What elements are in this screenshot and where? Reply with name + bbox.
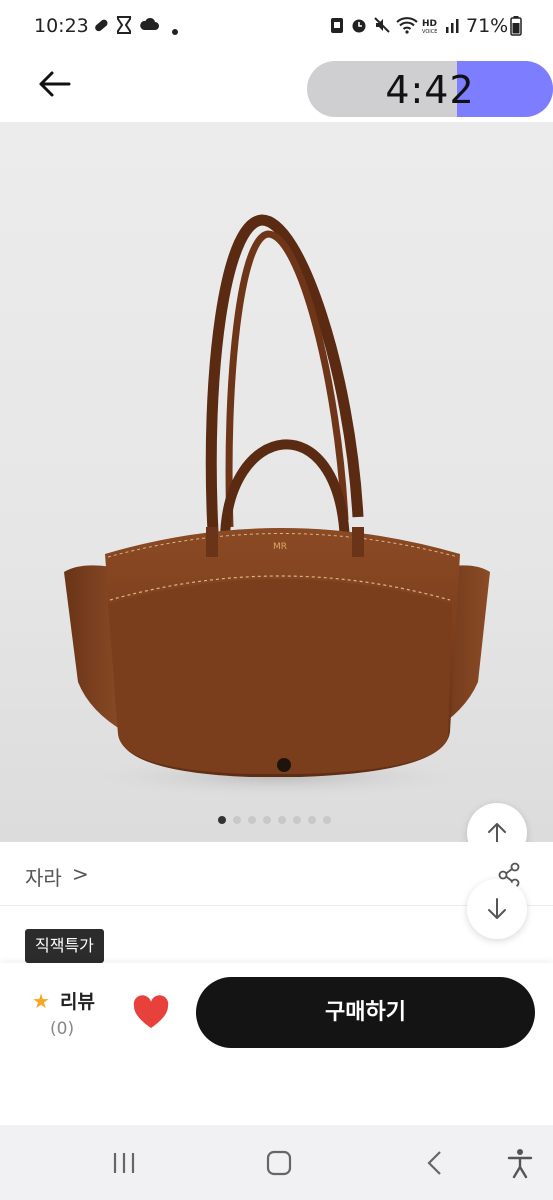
pager-dot[interactable] — [323, 816, 331, 824]
pager-dot[interactable] — [233, 816, 241, 824]
pager-dot[interactable] — [263, 816, 271, 824]
bottom-action-bar: ★ 리뷰 (0) 구매하기 — [0, 963, 553, 1125]
star-icon: ★ — [32, 989, 50, 1013]
buy-button[interactable]: 구매하기 — [196, 977, 535, 1048]
brand-name[interactable]: 자라 — [25, 862, 62, 891]
deal-tag: 직잭특가 — [25, 929, 104, 963]
hourglass-icon — [117, 16, 131, 39]
arrow-down-icon — [488, 898, 506, 919]
alarm-icon — [350, 16, 368, 39]
accessibility-button[interactable] — [505, 1145, 535, 1181]
chevron-left-icon — [427, 1151, 441, 1175]
wifi-icon — [396, 16, 418, 39]
pager-dot[interactable] — [248, 816, 256, 824]
home-icon — [266, 1150, 292, 1176]
review-label[interactable]: 리뷰 — [60, 987, 95, 1014]
dot-icon — [171, 21, 179, 41]
accessibility-icon — [507, 1149, 533, 1179]
product-image[interactable]: MR — [0, 122, 553, 842]
svg-text:VOICE: VOICE — [422, 29, 437, 35]
heart-icon — [133, 995, 169, 1028]
monogram-text: MR — [273, 542, 287, 552]
battery-icon — [510, 16, 522, 41]
mute-icon — [373, 16, 391, 39]
pager-dot[interactable] — [218, 816, 226, 824]
status-bar: 10:23 HD VOICE 71% — [0, 0, 553, 52]
review-count: (0) — [50, 1019, 75, 1039]
home-button[interactable] — [264, 1145, 294, 1181]
recent-apps-button[interactable] — [110, 1145, 140, 1181]
signal-icon — [444, 16, 462, 39]
cloud-icon — [139, 16, 159, 37]
pill-icon — [92, 16, 110, 39]
pager-dot[interactable] — [308, 816, 316, 824]
chevron-right-icon: > — [72, 862, 89, 886]
back-nav-button[interactable] — [420, 1145, 450, 1181]
header: 4:42 — [0, 52, 553, 122]
battery-percent: 71% — [466, 15, 509, 37]
svg-text:HD: HD — [422, 19, 437, 29]
status-time: 10:23 — [34, 15, 89, 37]
tote-bag-image: MR — [64, 214, 490, 799]
scroll-down-button[interactable] — [467, 879, 527, 939]
recent-apps-icon — [113, 1153, 135, 1173]
timer-text: 4:42 — [385, 68, 475, 112]
arrow-left-icon — [39, 71, 71, 97]
system-nav-bar — [0, 1125, 553, 1200]
countdown-timer: 4:42 — [307, 61, 553, 117]
back-button[interactable] — [30, 64, 78, 104]
image-pager — [218, 816, 331, 828]
like-button[interactable] — [132, 995, 170, 1031]
pager-dot[interactable] — [278, 816, 286, 824]
hd-voice-icon: HD VOICE — [421, 17, 443, 40]
pager-dot[interactable] — [293, 816, 301, 824]
vpn-icon — [330, 16, 344, 39]
